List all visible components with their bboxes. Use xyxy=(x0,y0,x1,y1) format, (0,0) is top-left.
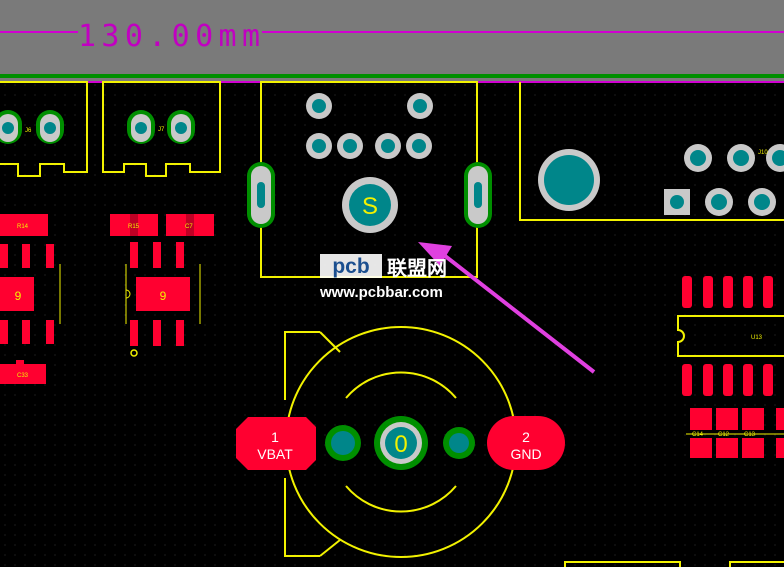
label-r15: R15 xyxy=(128,224,140,230)
pcb-canvas[interactable]: 130.00mm J6 J7 S J10 R14 9 C33 R15 C7 9 … xyxy=(0,0,784,567)
label-j10: J10 xyxy=(758,150,768,156)
center-pad-label: 0 xyxy=(394,431,407,458)
s-pad-label: S xyxy=(362,193,378,220)
label-c33: C33 xyxy=(17,373,29,379)
label-r14: R14 xyxy=(17,224,29,230)
label-j7: J7 xyxy=(158,127,165,133)
watermark-logo: pcb xyxy=(332,255,369,278)
resistor-r14[interactable]: R14 xyxy=(0,214,48,236)
battery-pad-1[interactable]: 1 VBAT xyxy=(236,417,316,470)
pad2-name: GND xyxy=(510,446,541,462)
capacitor-c7[interactable]: C7 xyxy=(166,214,214,236)
label-j6: J6 xyxy=(25,128,32,134)
label-u13: U13 xyxy=(751,335,763,341)
battery-pad-2[interactable]: 2 GND xyxy=(487,416,565,470)
pcb-board-view[interactable]: 130.00mm J6 J7 S J10 R14 9 C33 R15 C7 9 … xyxy=(0,0,784,567)
ic-center-mark: 9 xyxy=(160,289,167,303)
ic-left-mark: 9 xyxy=(15,289,22,303)
pad2-number: 2 xyxy=(522,429,530,445)
pad1-number: 1 xyxy=(271,429,279,445)
pad1-name: VBAT xyxy=(257,446,293,462)
label-c14: C14 xyxy=(692,432,704,438)
resistor-r15[interactable]: R15 xyxy=(110,214,158,236)
label-c12: C12 xyxy=(718,432,730,438)
watermark-brand: 联盟网 xyxy=(387,257,447,280)
watermark-url: www.pcbbar.com xyxy=(319,284,443,301)
label-c13: C13 xyxy=(744,432,756,438)
label-c7: C7 xyxy=(185,224,193,230)
